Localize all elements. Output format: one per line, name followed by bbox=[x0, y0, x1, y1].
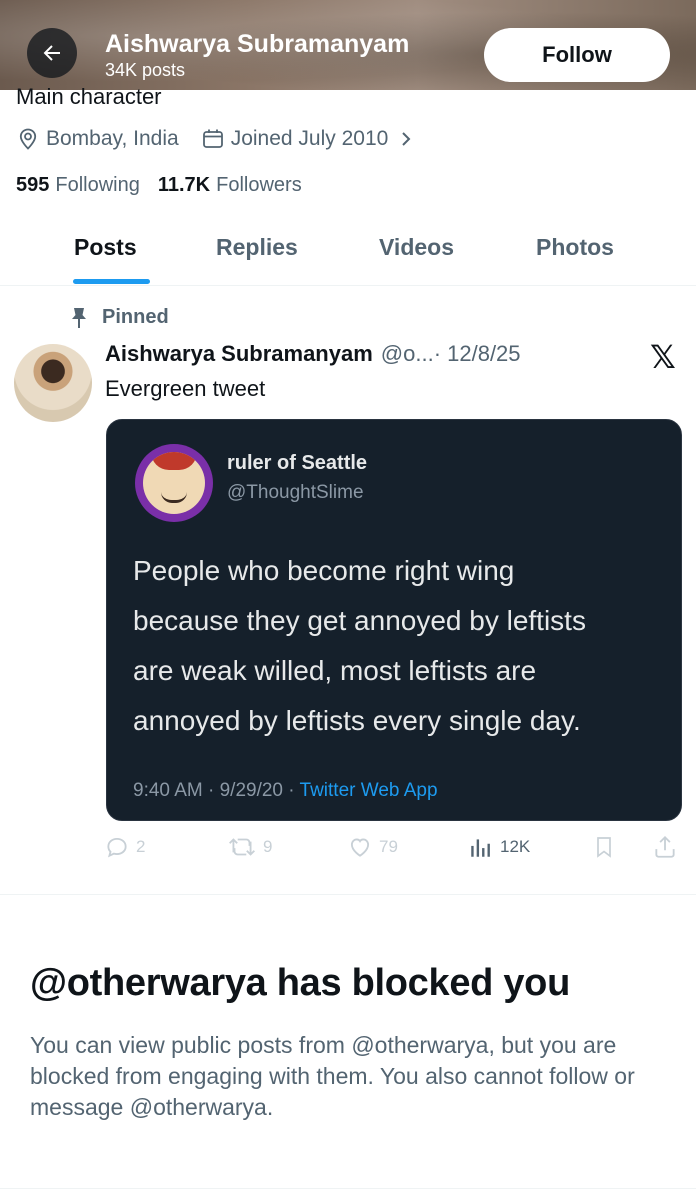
post-actions: 2 9 79 12K bbox=[104, 834, 684, 868]
arrow-left-icon bbox=[43, 45, 60, 61]
like-button[interactable]: 79 bbox=[347, 834, 398, 860]
bookmark-icon bbox=[597, 837, 611, 858]
header-profile-name: Aishwarya Subramanyam bbox=[105, 30, 410, 58]
follow-stats: 595 Following 11.7K Followers bbox=[16, 174, 320, 197]
post-author-handle: @o... bbox=[380, 341, 434, 366]
embedded-app: Twitter Web App bbox=[299, 780, 438, 801]
followers-link[interactable]: 11.7K Followers bbox=[158, 174, 302, 197]
view-count: 12K bbox=[500, 837, 531, 856]
x-logo-icon: 𝕏 bbox=[650, 339, 676, 375]
tab-photos[interactable]: Photos bbox=[536, 234, 614, 261]
post-author-name[interactable]: Aishwarya Subramanyam bbox=[105, 341, 373, 367]
embedded-line: People who become right wing bbox=[133, 555, 515, 586]
tab-posts[interactable]: Posts bbox=[74, 234, 137, 261]
tab-videos[interactable]: Videos bbox=[379, 234, 454, 261]
share-button[interactable] bbox=[652, 834, 684, 860]
location-text: Bombay, India bbox=[46, 127, 179, 150]
repost-icon bbox=[229, 838, 255, 856]
repost-count: 9 bbox=[263, 837, 273, 856]
location: Bombay, India bbox=[16, 127, 179, 151]
profile-meta: Bombay, India Joined July 2010 bbox=[16, 124, 444, 154]
heart-icon bbox=[350, 838, 370, 857]
reply-icon bbox=[107, 837, 127, 858]
post-date[interactable]: · 12/8/25 bbox=[434, 341, 521, 367]
blocked-description: You can view public posts from @otherwar… bbox=[30, 1032, 635, 1120]
post-text: Evergreen tweet bbox=[105, 376, 266, 401]
tab-replies[interactable]: Replies bbox=[216, 234, 298, 261]
blocked-title: @otherwarya has blocked you bbox=[30, 962, 571, 1004]
follow-button[interactable]: Follow bbox=[484, 28, 670, 82]
chevron-right-icon bbox=[402, 132, 411, 146]
profile-bio: Main character bbox=[16, 84, 162, 109]
profile-header: Aishwarya Subramanyam 34K posts Follow bbox=[0, 0, 696, 90]
joined-text: Joined July 2010 bbox=[230, 127, 389, 150]
pin-icon bbox=[72, 307, 86, 328]
active-tab-indicator bbox=[73, 279, 150, 284]
views-button[interactable]: 12K bbox=[468, 834, 530, 860]
like-count: 79 bbox=[379, 837, 398, 856]
back-button[interactable] bbox=[27, 28, 77, 78]
post-header: Aishwarya Subramanyam @o... · 12/8/25 bbox=[105, 341, 521, 367]
bar-chart-icon bbox=[471, 839, 490, 857]
embedded-author-handle: @ThoughtSlime bbox=[227, 482, 364, 503]
location-pin-icon bbox=[19, 128, 37, 150]
embedded-line: annoyed by leftists every single day. bbox=[133, 705, 581, 736]
reply-count: 2 bbox=[136, 837, 146, 856]
embedded-line: because they get annoyed by leftists bbox=[133, 605, 586, 636]
section-divider bbox=[0, 894, 696, 895]
embedded-tweet-text: People who become right wing because the… bbox=[133, 546, 673, 746]
bottom-divider bbox=[0, 1188, 696, 1189]
joined-date[interactable]: Joined July 2010 bbox=[201, 127, 423, 151]
author-avatar[interactable] bbox=[14, 344, 92, 422]
embedded-tweet-image[interactable]: ruler of Seattle @ThoughtSlime People wh… bbox=[106, 419, 682, 821]
following-count: 595 bbox=[16, 174, 50, 196]
pinned-text: Pinned bbox=[102, 306, 169, 328]
embedded-timestamp: 9:40 AM · 9/29/20 · bbox=[133, 780, 300, 801]
pinned-label: Pinned bbox=[70, 306, 169, 329]
following-link[interactable]: 595 Following bbox=[16, 174, 140, 197]
embedded-author-name: ruler of Seattle bbox=[227, 452, 368, 474]
calendar-icon bbox=[202, 129, 223, 148]
header-post-count: 34K posts bbox=[105, 60, 186, 80]
bookmark-button[interactable] bbox=[592, 834, 622, 860]
following-label: Following bbox=[55, 174, 140, 196]
followers-count: 11.7K bbox=[157, 174, 211, 196]
embedded-avatar-face bbox=[143, 452, 205, 514]
repost-button[interactable]: 9 bbox=[227, 834, 272, 860]
reply-button[interactable]: 2 bbox=[104, 834, 145, 860]
profile-tabs: Posts Replies Videos Photos bbox=[0, 216, 696, 286]
embedded-line: are weak willed, most leftists are bbox=[133, 655, 537, 686]
embedded-footer: 9:40 AM · 9/29/20 · Twitter Web App bbox=[133, 780, 438, 802]
embedded-avatar bbox=[135, 444, 213, 522]
share-icon bbox=[655, 835, 675, 858]
followers-label: Followers bbox=[216, 174, 302, 196]
